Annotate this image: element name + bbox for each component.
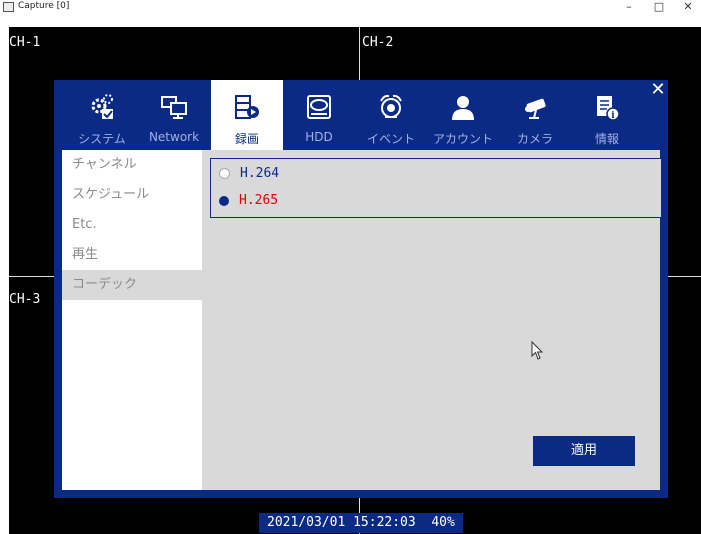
minimize-button[interactable]: – (616, 0, 642, 14)
window-titlebar: Capture [0] – □ ✕ (0, 0, 701, 27)
tab-hdd[interactable]: HDD (283, 80, 355, 150)
camera-icon (525, 98, 546, 119)
tab-label: Network (148, 130, 200, 144)
tab-event[interactable]: イベント (355, 80, 427, 150)
codec-option-label: H.265 (239, 193, 279, 208)
channel-label-3: CH-3 (9, 292, 41, 307)
sidebar-item-etc[interactable]: Etc. (62, 210, 202, 240)
hdd-icon (307, 95, 331, 119)
gear-check-icon (91, 94, 113, 119)
tab-label: HDD (305, 130, 333, 144)
tab-system[interactable]: システム (66, 80, 138, 150)
svg-text:i: i (611, 111, 615, 121)
mouse-pointer-icon (531, 341, 544, 360)
sidebar-item-schedule[interactable]: スケジュール (62, 180, 202, 210)
app-icon (3, 2, 14, 12)
codec-option-h265[interactable]: H.265 (219, 190, 278, 212)
info-document-icon: i (597, 96, 620, 121)
tab-camera[interactable]: カメラ (499, 80, 571, 150)
apply-button[interactable]: 適用 (533, 436, 635, 466)
tab-account[interactable]: アカウント (427, 80, 499, 150)
radio-selected-icon[interactable] (219, 195, 229, 206)
channel-label-1: CH-1 (9, 35, 41, 50)
radio-unselected-icon[interactable] (219, 168, 230, 179)
maximize-button[interactable]: □ (646, 0, 672, 14)
close-window-button[interactable]: ✕ (675, 0, 701, 14)
user-icon (452, 96, 474, 120)
tab-info[interactable]: i 情報 (571, 80, 643, 150)
tab-label: イベント (366, 132, 415, 146)
dvr-screen: CH-1 CH-2 CH-3 ✕ システム Network 録画 HDD イベン… (9, 27, 701, 534)
sidebar-item-playback[interactable]: 再生 (62, 240, 202, 270)
tab-label: アカウント (432, 132, 493, 146)
window-title: Capture [0] (18, 1, 70, 11)
tab-label: カメラ (516, 132, 553, 146)
codec-options-box: H.264 H.265 (210, 158, 662, 218)
channel-label-2: CH-2 (362, 35, 394, 50)
network-monitor-icon (161, 96, 187, 119)
tab-label: システム (78, 132, 126, 146)
status-bar-datetime: 2021/03/01 15:22:03 40% (259, 513, 463, 533)
tab-label: 情報 (594, 132, 619, 146)
codec-option-h264[interactable]: H.264 (219, 163, 279, 185)
codec-content: H.264 H.265 適用 (202, 150, 662, 490)
tab-label: 録画 (234, 132, 259, 146)
settings-sidebar: チャンネル スケジュール Etc. 再生 コーデック (62, 150, 202, 490)
alarm-bell-icon (380, 94, 402, 118)
settings-dialog: ✕ システム Network 録画 HDD イベント アカウント カメラ i 情… (54, 80, 668, 498)
sidebar-item-codec[interactable]: コーデック (62, 270, 202, 300)
tab-network[interactable]: Network (138, 80, 210, 150)
record-film-icon (235, 95, 259, 119)
settings-tabs: システム Network 録画 HDD イベント アカウント カメラ i 情報 (66, 80, 656, 150)
sidebar-item-channel[interactable]: チャンネル (62, 150, 202, 180)
tab-record[interactable]: 録画 (211, 80, 283, 150)
settings-panel: チャンネル スケジュール Etc. 再生 コーデック H.264 H.265 適… (62, 150, 662, 490)
codec-option-label: H.264 (240, 166, 280, 181)
